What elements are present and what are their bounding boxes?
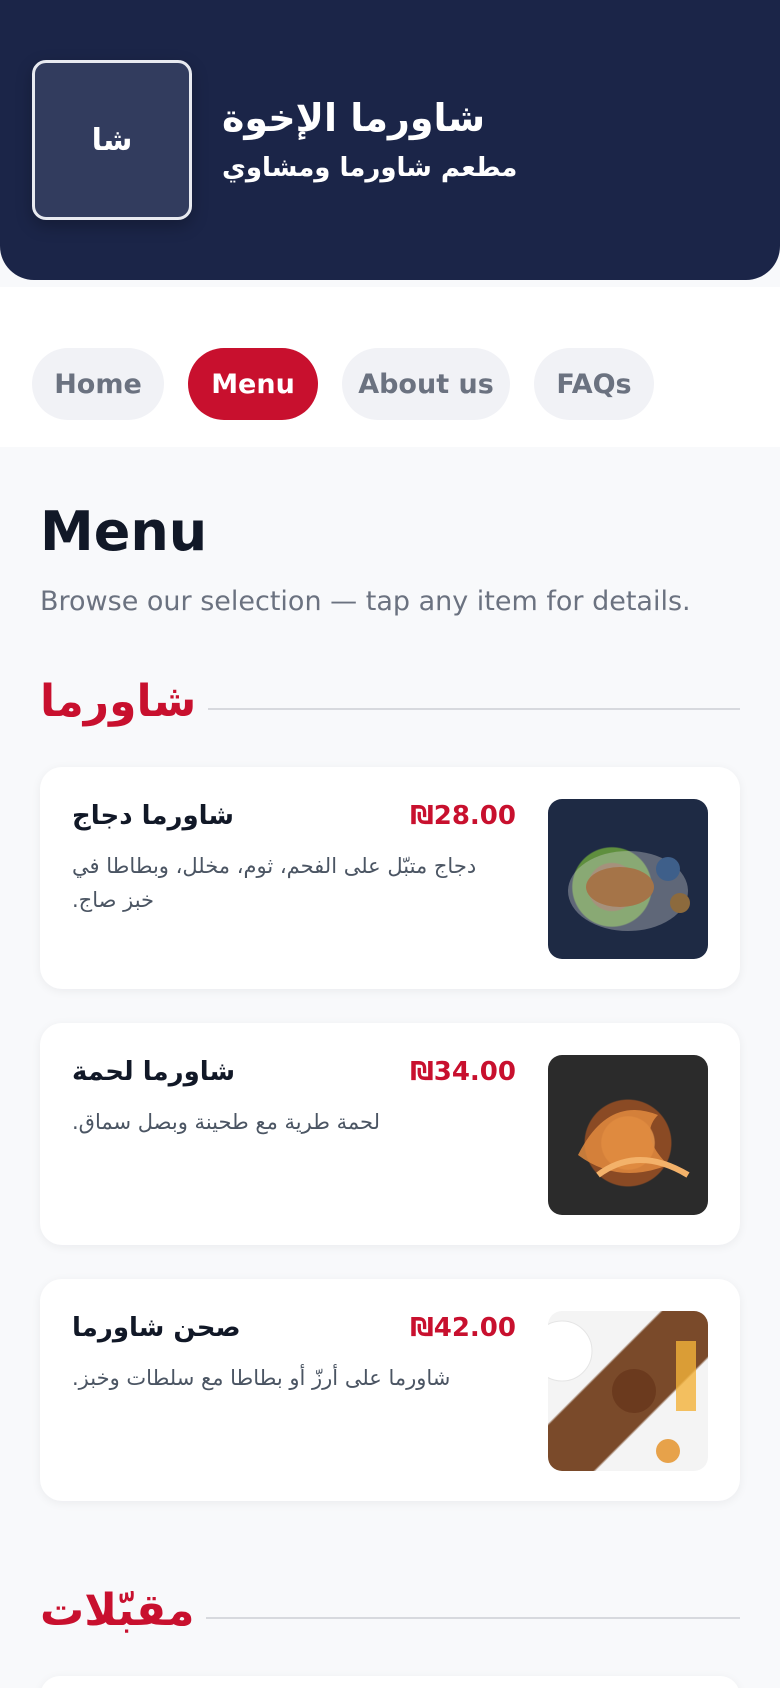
nav-menu[interactable]: Menu (188, 348, 318, 420)
food-plate-icon (568, 851, 690, 931)
item-description: لحمة طرية مع طحينة وبصل سماق. (72, 1110, 380, 1134)
item-price: ₪42.00 (410, 1313, 516, 1343)
item-photo (548, 1055, 708, 1215)
section-header-appetizers: مقبّلات (40, 1585, 740, 1645)
menu-item-card[interactable]: شاورما لحمة ₪34.00 لحمة طرية مع طحينة وب… (40, 1023, 740, 1245)
item-name: شاورما دجاج (72, 801, 234, 831)
restaurant-logo: شا (32, 60, 192, 220)
grilled-shrimp-icon (578, 1110, 690, 1178)
nav-about[interactable]: About us (342, 348, 510, 420)
nav-home[interactable]: Home (32, 348, 164, 420)
section-title: شاورما (40, 676, 197, 727)
menu-item-card[interactable] (40, 1676, 740, 1688)
section-title: مقبّلات (40, 1585, 195, 1636)
item-description: دجاج متبّل على الفحم، ثوم، مخلل، وبطاطا … (72, 854, 477, 912)
logo-text: شا (91, 122, 133, 158)
main-nav: Home Menu About us FAQs (0, 287, 780, 447)
item-description: شاورما على أرزّ أو بطاطا مع سلطات وخبز. (72, 1366, 451, 1390)
item-photo (548, 799, 708, 959)
section-divider (206, 1617, 740, 1619)
burger-board-icon (548, 1320, 696, 1463)
item-price: ₪28.00 (410, 801, 516, 831)
restaurant-subtitle: مطعم شاورما ومشاوي (222, 153, 518, 183)
menu-item-card[interactable]: صحن شاورما ₪42.00 شاورما على أرزّ أو بطا… (40, 1279, 740, 1501)
item-price: ₪34.00 (410, 1057, 516, 1087)
page-title: Menu (40, 500, 208, 563)
restaurant-header: شا شاورما الإخوة مطعم شاورما ومشاوي (0, 0, 780, 280)
menu-item-card[interactable]: شاورما دجاج ₪28.00 دجاج متبّل على الفحم،… (40, 767, 740, 989)
item-name: صحن شاورما (72, 1313, 241, 1343)
section-divider (208, 708, 740, 710)
page-subtitle: Browse our selection — tap any item for … (40, 586, 691, 617)
nav-faqs[interactable]: FAQs (534, 348, 654, 420)
section-header-shawarma: شاورما (40, 676, 740, 736)
restaurant-name: شاورما الإخوة (222, 96, 486, 140)
item-name: شاورما لحمة (72, 1057, 236, 1087)
item-photo (548, 1311, 708, 1471)
